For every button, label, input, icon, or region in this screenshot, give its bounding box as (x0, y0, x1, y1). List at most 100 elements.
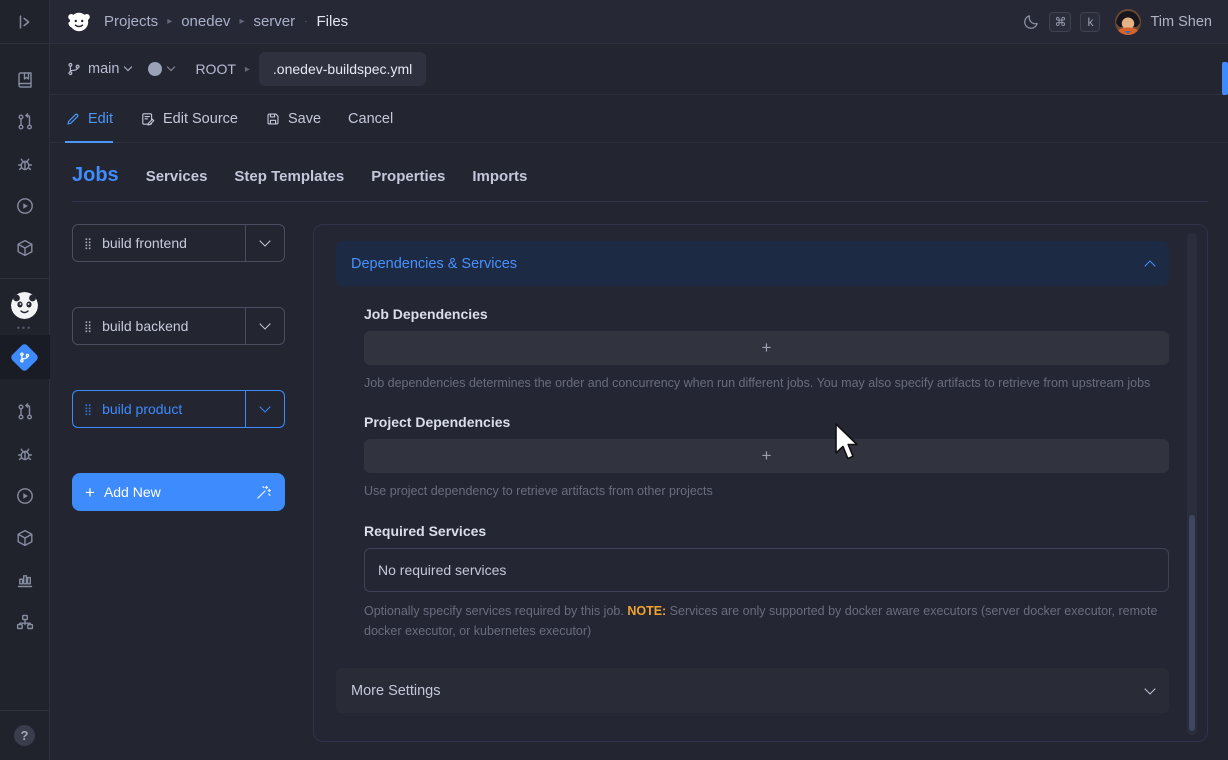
branch-selector[interactable]: main (66, 61, 131, 77)
job-item-build-backend[interactable]: ⣿ build backend (72, 307, 285, 345)
onedev-logo-icon[interactable] (66, 9, 92, 35)
card-scrollbar-thumb[interactable] (1189, 515, 1195, 731)
chevron-down-icon (124, 63, 132, 71)
tab-jobs[interactable]: Jobs (72, 164, 119, 187)
top-header-bar: Projects ▸ onedev ▸ server · Files ⌘ k T… (50, 0, 1228, 44)
file-navigation-bar: main ROOT ▸ .onedev-buildspec.yml (50, 44, 1228, 95)
edit-tab-label: Edit (88, 111, 113, 127)
buildspec-editor: Jobs Services Step Templates Properties … (50, 143, 1228, 760)
tab-imports[interactable]: Imports (472, 168, 527, 185)
shortcut-cmd-key[interactable]: ⌘ (1049, 12, 1071, 32)
drag-handle-icon[interactable]: ⣿ (84, 320, 92, 333)
project-builds-icon[interactable] (14, 485, 36, 507)
root-path-link[interactable]: ROOT (195, 61, 235, 77)
job-item-build-frontend[interactable]: ⣿ build frontend (72, 224, 285, 262)
project-dependencies-field: Project Dependencies + Use project depen… (364, 414, 1169, 501)
code-branch-icon (10, 342, 40, 372)
job-name: build frontend (102, 235, 187, 251)
breadcrumb-current-page: Files (317, 13, 349, 30)
job-dropdown-button[interactable] (245, 308, 284, 344)
tab-services[interactable]: Services (146, 168, 208, 185)
branch-name: main (88, 61, 119, 77)
required-services-input[interactable]: No required services (364, 548, 1169, 592)
plus-icon: + (762, 338, 772, 358)
package-icon[interactable] (14, 237, 36, 259)
project-pull-request-icon[interactable] (14, 401, 36, 423)
card-scrollbar-track[interactable] (1187, 233, 1197, 735)
breadcrumb-repo[interactable]: server (253, 13, 295, 30)
tab-properties[interactable]: Properties (371, 168, 445, 185)
cancel-button-label: Cancel (348, 111, 393, 127)
add-project-dependency-button[interactable]: + (364, 439, 1169, 473)
state-dot-icon (148, 62, 162, 76)
drag-handle-icon[interactable]: ⣿ (84, 403, 92, 416)
chevron-down-icon (259, 318, 270, 329)
editor-action-bar: Edit Edit Source Save Cancel (50, 95, 1228, 143)
buildspec-tabs: Jobs Services Step Templates Properties … (72, 143, 1208, 202)
shortcut-k-key[interactable]: k (1080, 12, 1100, 32)
project-dependencies-help: Use project dependency to retrieve artif… (364, 481, 1169, 501)
chevron-down-icon (259, 235, 270, 246)
tab-step-templates[interactable]: Step Templates (234, 168, 344, 185)
job-settings-card: Dependencies & Services Job Dependencies… (313, 224, 1208, 742)
project-packages-icon[interactable] (14, 527, 36, 549)
edit-tab[interactable]: Edit (65, 95, 113, 142)
chevron-down-icon (167, 63, 175, 71)
project-bug-icon[interactable] (14, 443, 36, 465)
hierarchy-icon[interactable] (14, 611, 36, 633)
help-glyph: ? (21, 728, 29, 743)
project-dependencies-label: Project Dependencies (364, 414, 1169, 430)
breadcrumb-dot-icon: · (304, 16, 307, 27)
breadcrumb-separator-icon: ▸ (239, 16, 244, 27)
branch-icon (66, 61, 82, 77)
help-icon[interactable]: ? (14, 725, 35, 746)
project-avatar[interactable] (11, 292, 38, 319)
breadcrumb-projects[interactable]: Projects (104, 13, 158, 30)
job-dependencies-field: Job Dependencies + Job dependencies dete… (364, 306, 1169, 393)
path-arrow-icon: ▸ (245, 64, 250, 75)
stats-chart-icon[interactable] (14, 569, 36, 591)
pull-request-icon[interactable] (14, 111, 36, 133)
overflow-dots-icon[interactable]: ••• (17, 323, 32, 333)
more-settings-label: More Settings (351, 683, 440, 699)
pencil-icon (65, 111, 81, 127)
breadcrumb-project[interactable]: onedev (181, 13, 230, 30)
magic-wand-icon[interactable] (255, 484, 272, 501)
job-list: ⣿ build frontend ⣿ build backend ⣿ build… (72, 224, 285, 742)
user-avatar[interactable] (1115, 9, 1141, 35)
chevron-up-icon[interactable] (1144, 260, 1155, 271)
job-name: build product (102, 401, 182, 417)
chevron-down-icon[interactable] (1144, 683, 1155, 694)
add-new-job-button[interactable]: + Add New (72, 473, 285, 511)
user-name[interactable]: Tim Shen (1150, 14, 1212, 30)
job-dropdown-button[interactable] (245, 225, 284, 261)
save-button[interactable]: Save (265, 95, 321, 142)
more-settings-section-header[interactable]: More Settings (336, 668, 1169, 713)
dark-mode-moon-icon[interactable] (1022, 13, 1040, 31)
cancel-button[interactable]: Cancel (348, 95, 393, 142)
expand-sidebar-icon[interactable] (14, 11, 36, 33)
docs-book-icon[interactable] (14, 69, 36, 91)
bug-icon[interactable] (14, 153, 36, 175)
edit-source-tab[interactable]: Edit Source (140, 95, 238, 142)
save-icon (265, 111, 281, 127)
left-nav-rail: ••• ? (0, 0, 50, 760)
job-dependencies-label: Job Dependencies (364, 306, 1169, 322)
job-name: build backend (102, 318, 188, 334)
chevron-down-icon (259, 401, 270, 412)
job-item-build-product[interactable]: ⣿ build product (72, 390, 285, 428)
nav-item-code-active[interactable] (0, 335, 50, 379)
commit-state-selector[interactable] (148, 62, 174, 76)
dependencies-services-section-header[interactable]: Dependencies & Services (336, 241, 1169, 286)
add-job-dependency-button[interactable]: + (364, 331, 1169, 365)
required-services-value: No required services (378, 562, 506, 578)
job-dropdown-button[interactable] (245, 391, 284, 427)
plus-icon: + (762, 446, 772, 466)
job-dependencies-help: Job dependencies determines the order an… (364, 373, 1169, 393)
file-name-input[interactable]: .onedev-buildspec.yml (259, 52, 426, 86)
edge-scroll-indicator (1222, 62, 1228, 95)
drag-handle-icon[interactable]: ⣿ (84, 237, 92, 250)
play-circle-icon[interactable] (14, 195, 36, 217)
breadcrumb: Projects ▸ onedev ▸ server · Files (104, 13, 348, 30)
save-button-label: Save (288, 111, 321, 127)
